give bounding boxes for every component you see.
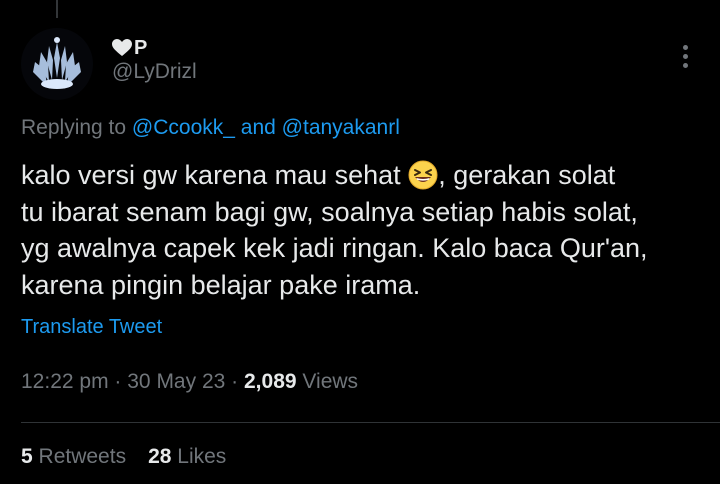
tweet-line-4: karena pingin belajar pake irama. — [21, 269, 421, 300]
retweets-stat[interactable]: 5 Retweets — [21, 445, 126, 469]
tweet-line-1-start: kalo versi gw karena mau sehat — [21, 160, 401, 190]
tweet-meta: 12:22 pm · 30 May 23 · 2,089 Views — [21, 370, 358, 394]
tweet-line-1: kalo versi gw karena mau sehat , gerakan… — [21, 157, 701, 194]
meta-separator: · — [114, 370, 122, 393]
avatar-image — [21, 28, 93, 100]
tweet-time[interactable]: 12:22 pm — [21, 370, 109, 393]
tweet-line-3: yg awalnya capek kek jadi ringan. Kalo b… — [21, 233, 648, 263]
engagement-stats: 5 Retweets 28 Likes — [21, 445, 226, 469]
avatar[interactable] — [21, 28, 93, 100]
reply-user-link-2[interactable]: @tanyakanrl — [282, 116, 400, 139]
tweet-date[interactable]: 30 May 23 — [127, 370, 225, 393]
reply-conjunction: and — [240, 116, 276, 139]
likes-count: 28 — [148, 445, 172, 468]
author-display-name: P — [134, 36, 148, 59]
tweet-text: kalo versi gw karena mau sehat , gerakan… — [21, 157, 701, 303]
likes-stat[interactable]: 28 Likes — [148, 445, 226, 469]
heart-icon — [112, 39, 132, 56]
more-dot — [682, 53, 688, 59]
views-count: 2,089 — [244, 370, 297, 393]
retweets-count: 5 — [21, 445, 33, 468]
author-name-row[interactable]: P — [112, 36, 147, 60]
divider — [21, 422, 720, 423]
grinning-squinting-face-emoji — [408, 160, 438, 190]
meta-separator: · — [231, 370, 239, 393]
likes-label: Likes — [177, 445, 227, 468]
replying-to-line: Replying to @Ccookk_ and @tanyakanrl — [21, 116, 400, 140]
more-dots-icon — [682, 44, 688, 50]
translate-tweet-link[interactable]: Translate Tweet — [21, 316, 162, 339]
reply-user-link-1[interactable]: @Ccookk_ — [132, 116, 235, 139]
retweets-label: Retweets — [38, 445, 127, 468]
author-handle[interactable]: @LyDrizl — [112, 60, 197, 84]
views-label: Views — [302, 370, 359, 393]
thread-connector-line — [56, 0, 58, 18]
more-dot — [682, 62, 688, 68]
tweet-line-1-end: , gerakan solat — [438, 160, 616, 190]
tweet-line-2: tu ibarat senam bagi gw, soalnya setiap … — [21, 196, 638, 227]
replying-prefix: Replying to — [21, 116, 127, 139]
more-options-button[interactable] — [672, 38, 698, 74]
